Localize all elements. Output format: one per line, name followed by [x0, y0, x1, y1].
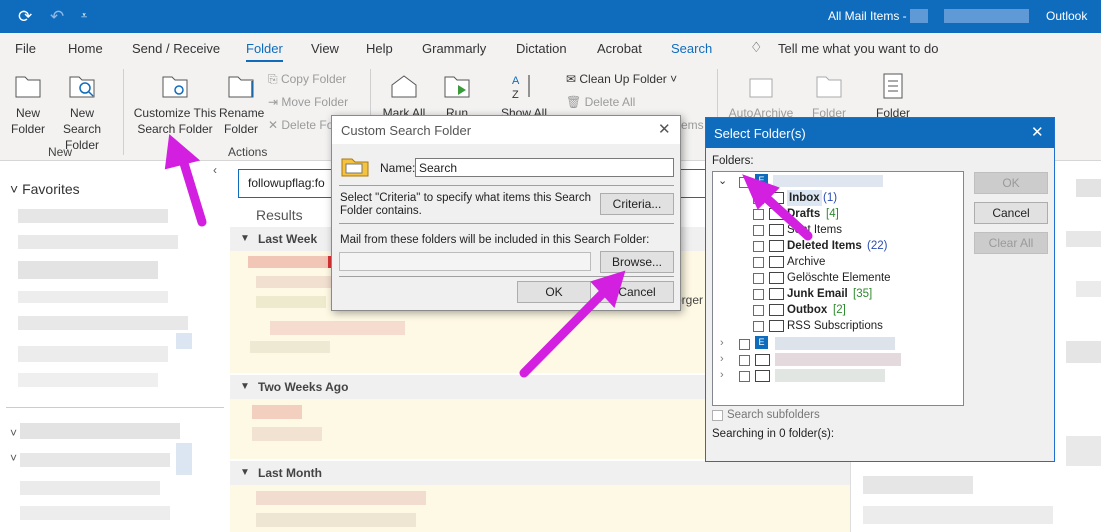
arrow-customize [178, 155, 207, 227]
arrow-browse [519, 285, 611, 378]
arrow-account-checkbox [757, 189, 813, 241]
annotation-arrows [164, 134, 813, 378]
